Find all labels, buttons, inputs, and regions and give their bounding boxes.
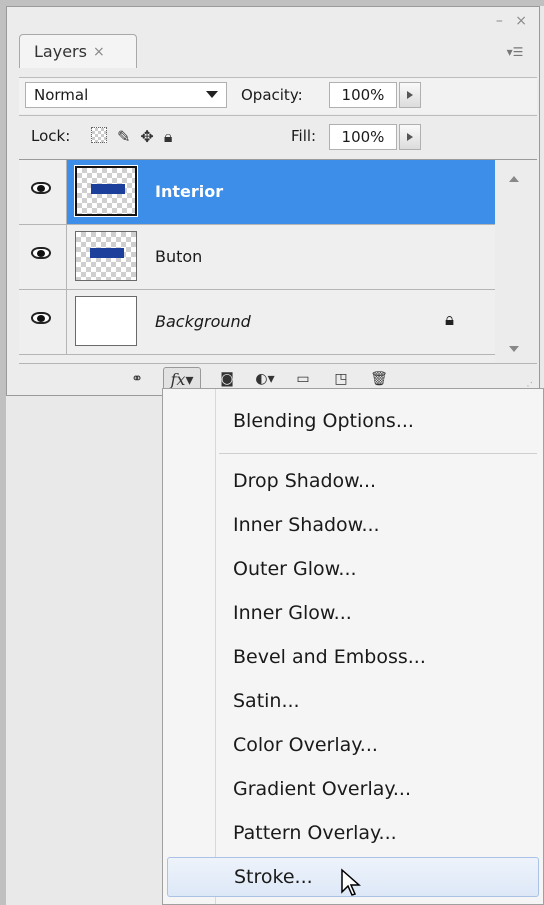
opacity-label: Opacity: [241,86,303,104]
blend-mode-select[interactable]: Normal [25,82,227,108]
chevron-down-icon [206,91,218,98]
menu-item-color-overlay[interactable]: Color Overlay... [167,725,539,765]
link-layers-icon[interactable]: ⚭ [125,368,149,390]
fx-icon: fx [170,369,186,389]
layer-style-menu: Blending Options... Drop Shadow... Inner… [162,388,544,905]
menu-item-gradient-overlay[interactable]: Gradient Overlay... [167,769,539,809]
delete-layer-icon[interactable]: 🗑︎ [367,368,391,390]
layer-row-interior[interactable]: Interior [19,160,495,225]
window-frame: – × Layers × ▾☰ Normal Opacity: 100% Loc… [6,6,544,905]
layer-thumbnail [74,165,138,217]
eye-icon [31,182,51,194]
menu-item-pattern-overlay[interactable]: Pattern Overlay... [167,813,539,853]
layer-thumbnail [75,231,137,281]
adjustment-layer-icon[interactable]: ◐▾ [253,368,277,390]
eye-icon [31,312,51,324]
layers-list: Interior Buton Background 🔒︎ [19,159,537,364]
lock-row: Lock: ✎ ✥ 🔒︎ Fill: 100% [19,115,537,158]
opacity-slider-arrow-icon[interactable] [399,82,421,108]
visibility-toggle[interactable] [19,290,67,354]
visibility-toggle[interactable] [19,160,67,224]
tab-close-icon[interactable]: × [93,44,105,60]
eye-icon [31,247,51,259]
lock-icons: ✎ ✥ 🔒︎ [91,127,172,147]
fill-label: Fill: [291,127,317,145]
menu-item-blending-options[interactable]: Blending Options... [167,401,539,441]
tab-layers[interactable]: Layers × [19,34,137,68]
scroll-down-icon[interactable] [509,346,519,352]
menu-item-inner-glow[interactable]: Inner Glow... [167,593,539,633]
new-group-icon[interactable]: ▭ [291,368,315,390]
lock-icon: 🔒︎ [445,310,455,330]
layers-panel: – × Layers × ▾☰ Normal Opacity: 100% Loc… [6,6,540,396]
fill-slider-arrow-icon[interactable] [399,124,421,150]
layer-row-background[interactable]: Background 🔒︎ [19,290,495,355]
menu-item-drop-shadow[interactable]: Drop Shadow... [167,461,539,501]
lock-all-icon[interactable]: 🔒︎ [164,127,173,147]
scroll-up-icon[interactable] [509,176,519,182]
add-mask-icon[interactable]: ◙ [215,368,239,390]
lock-pixels-icon[interactable]: ✎ [117,127,130,147]
mouse-cursor-icon [341,868,361,896]
panel-menu-icon[interactable]: ▾☰ [503,45,527,65]
layer-thumbnail [75,296,137,346]
layers-scrollbar[interactable] [495,160,537,364]
lock-position-icon[interactable]: ✥ [140,127,153,147]
fill-input[interactable]: 100% [329,124,397,150]
layer-row-buton[interactable]: Buton [19,225,495,290]
menu-separator [219,453,537,454]
blend-row: Normal Opacity: 100% [19,77,537,114]
new-layer-icon[interactable]: ◳ [329,368,353,390]
menu-item-outer-glow[interactable]: Outer Glow... [167,549,539,589]
tab-label: Layers [34,42,87,61]
blend-mode-value: Normal [34,86,89,104]
layer-name: Interior [155,182,224,201]
opacity-input[interactable]: 100% [329,82,397,108]
menu-item-bevel-and-emboss[interactable]: Bevel and Emboss... [167,637,539,677]
lock-transparency-icon[interactable] [91,127,107,143]
layer-name: Buton [155,247,203,266]
layer-name: Background [155,312,251,331]
window-controls[interactable]: – × [496,13,531,29]
visibility-toggle[interactable] [19,225,67,289]
menu-item-satin[interactable]: Satin... [167,681,539,721]
lock-label: Lock: [31,127,71,145]
menu-item-inner-shadow[interactable]: Inner Shadow... [167,505,539,545]
